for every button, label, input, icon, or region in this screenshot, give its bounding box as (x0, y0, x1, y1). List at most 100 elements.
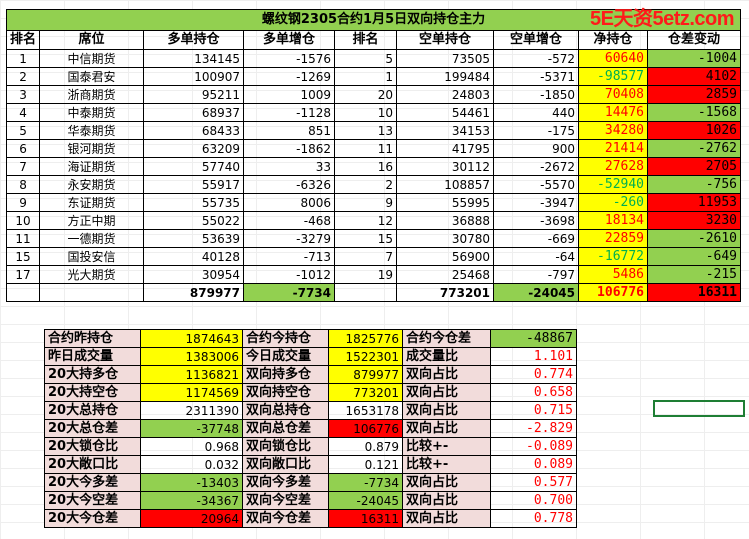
long-change-cell[interactable]: -3279 (243, 229, 336, 248)
seat-cell[interactable]: 中泰期货 (39, 103, 145, 122)
diff-cell[interactable]: -2610 (647, 229, 742, 248)
summary-value-ratio[interactable]: 0.774 (490, 365, 577, 384)
seat-cell[interactable]: 华泰期货 (39, 121, 145, 140)
summary-value-ratio[interactable]: -0.089 (490, 437, 577, 456)
seat-cell[interactable]: 一德期货 (39, 229, 145, 248)
summary-label-20[interactable]: 20大敞口比 (44, 455, 141, 474)
short-change-cell[interactable]: -2672 (493, 157, 580, 176)
summary-value-dual[interactable]: 106776 (328, 419, 403, 438)
short-cell[interactable]: 41795 (396, 139, 495, 158)
long-cell[interactable]: 68433 (143, 121, 245, 140)
net-cell[interactable]: 21414 (578, 139, 649, 158)
short-change-cell[interactable]: -3698 (493, 211, 580, 230)
summary-label-20[interactable]: 昨日成交量 (44, 347, 141, 366)
long-cell[interactable]: 30954 (143, 265, 245, 284)
short-change-cell[interactable]: -3947 (493, 193, 580, 212)
short-rank-cell[interactable]: 13 (334, 121, 398, 140)
summary-value-ratio[interactable]: 1.101 (490, 347, 577, 366)
summary-value-20[interactable]: 2311390 (140, 401, 243, 420)
summary-label-20[interactable]: 20大持空仓 (44, 383, 141, 402)
summary-label-dual[interactable]: 双向持多仓 (242, 365, 329, 384)
summary-value-20[interactable]: 1174569 (140, 383, 243, 402)
summary-value-dual[interactable]: 879977 (328, 365, 403, 384)
summary-value-20[interactable]: 0.032 (140, 455, 243, 474)
empty-cell[interactable] (39, 283, 145, 302)
net-cell[interactable]: 18134 (578, 211, 649, 230)
long-change-cell[interactable]: -1576 (243, 49, 336, 68)
summary-value-20[interactable]: 1136821 (140, 365, 243, 384)
short-cell[interactable]: 54461 (396, 103, 495, 122)
short-rank-cell[interactable]: 1 (334, 67, 398, 86)
summary-label-20[interactable]: 20大总仓差 (44, 419, 141, 438)
summary-value-20[interactable]: 1874643 (140, 329, 243, 348)
seat-cell[interactable]: 永安期货 (39, 175, 145, 194)
long-change-cell[interactable]: 8006 (243, 193, 336, 212)
long-change-cell[interactable]: -713 (243, 247, 336, 266)
rank-cell[interactable]: 10 (5, 211, 41, 230)
long-change-cell[interactable]: -6326 (243, 175, 336, 194)
total-net-cell[interactable]: 106776 (578, 283, 649, 302)
summary-label-dual[interactable]: 双向锁仓比 (242, 437, 329, 456)
short-change-cell[interactable]: -5570 (493, 175, 580, 194)
summary-label-dual[interactable]: 双向今多差 (242, 473, 329, 492)
summary-label-ratio[interactable]: 双向占比 (402, 383, 491, 402)
summary-label-ratio[interactable]: 合约今仓差 (402, 329, 491, 348)
summary-label-dual[interactable]: 合约今持仓 (242, 329, 329, 348)
net-cell[interactable]: 5486 (578, 265, 649, 284)
net-cell[interactable]: -52940 (578, 175, 649, 194)
long-cell[interactable]: 55735 (143, 193, 245, 212)
empty-cell[interactable] (5, 283, 41, 302)
net-cell[interactable]: -260 (578, 193, 649, 212)
summary-value-dual[interactable]: 773201 (328, 383, 403, 402)
col-header-net[interactable]: 净持仓 (578, 30, 649, 50)
col-header-long-change[interactable]: 多单增仓 (243, 30, 336, 50)
seat-cell[interactable]: 浙商期货 (39, 85, 145, 104)
long-change-cell[interactable]: 851 (243, 121, 336, 140)
seat-cell[interactable]: 光大期货 (39, 265, 145, 284)
rank-cell[interactable]: 7 (5, 157, 41, 176)
diff-cell[interactable]: -1004 (647, 49, 742, 68)
long-cell[interactable]: 55917 (143, 175, 245, 194)
short-cell[interactable]: 73505 (396, 49, 495, 68)
rank-cell[interactable]: 1 (5, 49, 41, 68)
col-header-diff[interactable]: 仓差变动 (647, 30, 742, 50)
total-long-cell[interactable]: 879977 (143, 283, 245, 302)
short-cell[interactable]: 34153 (396, 121, 495, 140)
net-cell[interactable]: 70408 (578, 85, 649, 104)
long-change-cell[interactable]: 1009 (243, 85, 336, 104)
long-cell[interactable]: 63209 (143, 139, 245, 158)
short-cell[interactable]: 108857 (396, 175, 495, 194)
summary-label-dual[interactable]: 双向持空仓 (242, 383, 329, 402)
short-rank-cell[interactable]: 5 (334, 49, 398, 68)
net-cell[interactable]: -98577 (578, 67, 649, 86)
summary-label-ratio[interactable]: 比较+- (402, 455, 491, 474)
short-change-cell[interactable]: -669 (493, 229, 580, 248)
summary-label-20[interactable]: 合约昨持仓 (44, 329, 141, 348)
short-change-cell[interactable]: -175 (493, 121, 580, 140)
long-cell[interactable]: 55022 (143, 211, 245, 230)
summary-value-dual[interactable]: 0.879 (328, 437, 403, 456)
summary-value-ratio[interactable]: 0.577 (490, 473, 577, 492)
empty-cell[interactable] (334, 283, 398, 302)
short-rank-cell[interactable]: 12 (334, 211, 398, 230)
rank-cell[interactable]: 17 (5, 265, 41, 284)
short-change-cell[interactable]: -1850 (493, 85, 580, 104)
short-rank-cell[interactable]: 16 (334, 157, 398, 176)
summary-label-ratio[interactable]: 成交量比 (402, 347, 491, 366)
selected-cell-cursor[interactable] (653, 400, 745, 417)
net-cell[interactable]: 27628 (578, 157, 649, 176)
short-change-cell[interactable]: -797 (493, 265, 580, 284)
col-header-rank[interactable]: 排名 (5, 30, 41, 50)
seat-cell[interactable]: 中信期货 (39, 49, 145, 68)
short-cell[interactable]: 56900 (396, 247, 495, 266)
short-cell[interactable]: 30780 (396, 229, 495, 248)
summary-label-dual[interactable]: 双向今空差 (242, 491, 329, 510)
diff-cell[interactable]: 2705 (647, 157, 742, 176)
col-header-seat[interactable]: 席位 (39, 30, 145, 50)
long-change-cell[interactable]: -1128 (243, 103, 336, 122)
long-cell[interactable]: 134145 (143, 49, 245, 68)
long-cell[interactable]: 40128 (143, 247, 245, 266)
total-diff-cell[interactable]: 16311 (647, 283, 742, 302)
summary-value-dual[interactable]: 1522301 (328, 347, 403, 366)
diff-cell[interactable]: 1026 (647, 121, 742, 140)
